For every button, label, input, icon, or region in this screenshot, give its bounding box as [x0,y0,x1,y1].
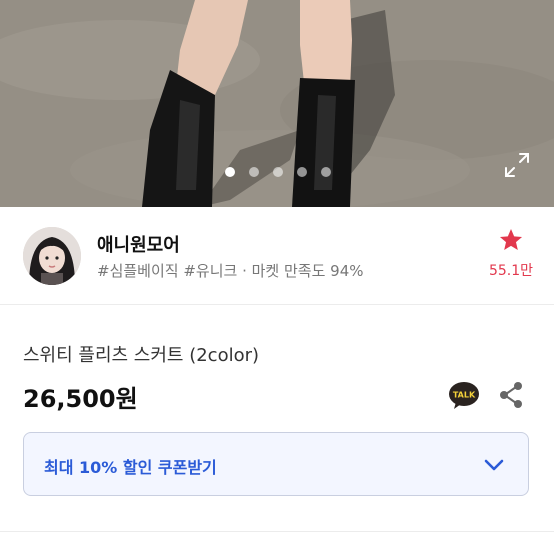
product-title: 스위티 플리츠 스커트 (2color) [23,345,260,366]
product-image-carousel[interactable] [0,0,554,207]
favorite-count: 55.1만 [488,263,534,279]
seller-info[interactable]: 애니원모어 #심플베이직 #유니크 · 마켓 만족도 94% 55.1만 [0,207,554,305]
coupon-label: 최대 10% 할인 쿠폰받기 [44,458,217,477]
coupon-button[interactable]: 최대 10% 할인 쿠폰받기 [23,432,529,496]
carousel-dot[interactable] [225,167,235,177]
talk-label: TALK [453,391,476,400]
share-icon [500,382,522,408]
favorite-button[interactable]: 55.1만 [484,227,538,280]
carousel-dot[interactable] [273,167,283,177]
kakao-talk-icon: TALK [449,382,479,409]
product-info: 스위티 플리츠 스커트 (2color) 26,500원 TALK 최대 10%… [0,305,554,554]
share-button[interactable] [498,381,524,409]
section-divider [0,531,554,532]
seller-name[interactable]: 애니원모어 [97,231,180,257]
carousel-dot[interactable] [297,167,307,177]
expand-icon[interactable] [503,151,531,179]
star-icon [499,228,523,250]
carousel-dot[interactable] [249,167,259,177]
carousel-indicator [0,167,554,179]
kakao-talk-button[interactable]: TALK [448,380,480,412]
chevron-down-icon [484,459,504,471]
carousel-dot[interactable] [321,167,331,177]
product-price: 26,500원 [23,385,138,413]
seller-tags: #심플베이직 #유니크 · 마켓 만족도 94% [97,262,364,280]
avatar[interactable] [23,227,81,285]
